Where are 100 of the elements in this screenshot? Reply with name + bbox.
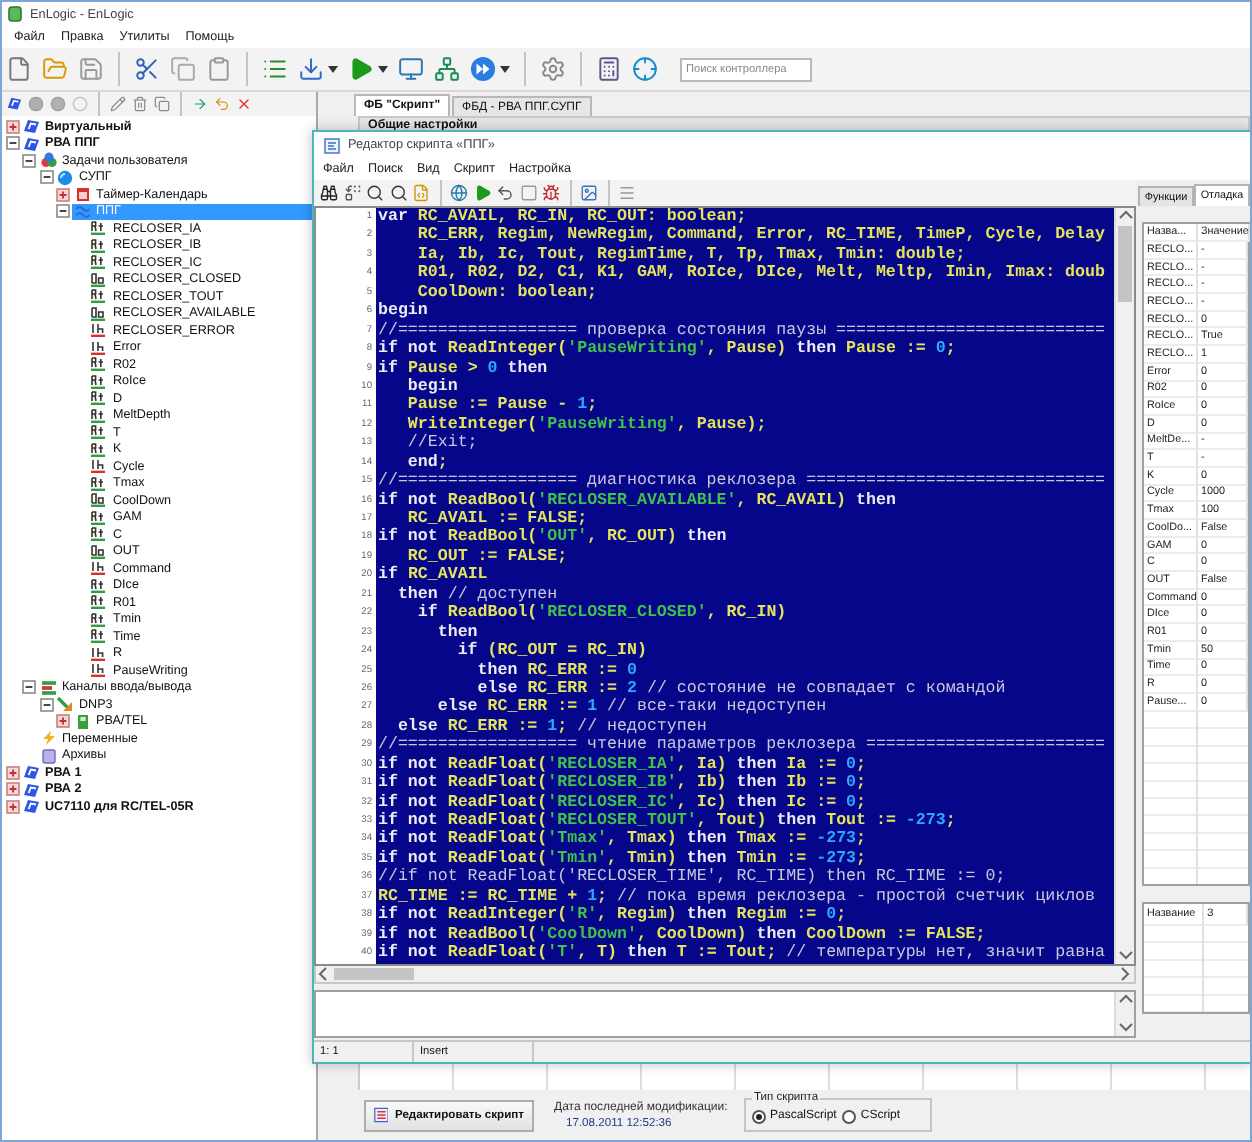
bug-icon[interactable]	[542, 184, 560, 202]
circle-icon[interactable]	[50, 96, 66, 112]
code-line: if Pause > 0 then	[378, 359, 550, 378]
device-icon[interactable]	[6, 96, 22, 112]
module-icon	[73, 713, 91, 730]
calculator-icon[interactable]	[596, 56, 622, 82]
variable-icon	[90, 288, 108, 305]
scroll-down-icon[interactable]	[1117, 948, 1133, 964]
globe-icon[interactable]	[450, 184, 468, 202]
clipboard-icon[interactable]	[206, 56, 232, 82]
scroll-down-icon[interactable]	[1117, 1020, 1133, 1036]
variable-icon	[90, 628, 108, 645]
trash-icon[interactable]	[132, 96, 148, 112]
variable-icon	[90, 390, 108, 407]
play-icon[interactable]	[473, 184, 491, 202]
radio-button[interactable]	[842, 1109, 857, 1123]
code-line: RC_TIME := RC_TIME + 1; // пока время реклозера - простой счетчик циклов	[378, 887, 1097, 906]
caret-icon[interactable]	[378, 65, 388, 73]
variable-icon	[90, 339, 108, 356]
minus-box-icon[interactable]	[39, 170, 53, 185]
variable-icon	[90, 645, 108, 662]
scroll-right-icon[interactable]	[1118, 966, 1134, 982]
scissors-icon[interactable]	[134, 56, 160, 82]
variable-icon	[90, 441, 108, 458]
plus-box-icon[interactable]	[5, 782, 19, 797]
code-line: //================== проверка состояния паузы ===========================	[378, 321, 1107, 340]
variable-icon	[90, 560, 108, 577]
caret-icon[interactable]	[328, 65, 338, 73]
plus-box-icon[interactable]	[5, 119, 19, 134]
vertical-scrollbar[interactable]	[1114, 992, 1134, 1036]
code-line: if not ReadBool('CoolDown', CoolDown) then CoolDown := FALSE;	[378, 925, 988, 944]
device-icon	[22, 781, 40, 798]
code-line: RC_AVAIL := FALSE;	[405, 510, 590, 528]
circle-icon	[56, 169, 74, 186]
code-line: WriteInteger('PauseWriting', Pause);	[405, 415, 769, 434]
variable-icon	[90, 373, 108, 390]
variable-icon	[90, 424, 108, 441]
download-icon[interactable]	[298, 56, 324, 82]
code-line: begin	[405, 377, 460, 397]
minus-box-icon[interactable]	[22, 153, 36, 168]
code-line: then	[435, 623, 480, 642]
plus-box-icon[interactable]	[56, 714, 70, 729]
search-icon[interactable]	[389, 184, 407, 202]
code-line: if RC_AVAIL	[378, 566, 490, 586]
caret-icon[interactable]	[500, 65, 510, 73]
variable-icon	[90, 475, 108, 492]
bars-icon	[39, 679, 57, 696]
arrow-icon	[56, 696, 74, 713]
minus-box-icon[interactable]	[56, 204, 70, 219]
variable-icon	[90, 407, 108, 424]
circle-icon[interactable]	[28, 96, 44, 112]
variable-icon	[90, 543, 108, 560]
code-line: Pause := Pause - 1;	[405, 396, 600, 416]
calendar-icon	[73, 186, 91, 203]
radio-button[interactable]	[752, 1109, 766, 1123]
settings-icon[interactable]	[540, 56, 566, 82]
code-editor[interactable]	[376, 208, 1114, 964]
variable-icon	[90, 611, 108, 628]
scroll-up-icon[interactable]	[1117, 208, 1133, 224]
code-line: //Exit;	[405, 434, 480, 454]
code-line: //================== диагностика реклозера ==============================	[378, 472, 1107, 491]
minus-box-icon[interactable]	[39, 697, 53, 712]
device-icon	[22, 135, 40, 152]
arrow-icon[interactable]	[192, 96, 208, 112]
code-line: if not ReadFloat('T', T) then T := Tout; // температуры нет, значит равна	[378, 944, 1108, 963]
lightning-icon	[39, 730, 57, 747]
variable-icon	[90, 305, 108, 322]
scroll-up-icon[interactable]	[1117, 992, 1133, 1008]
cross-icon[interactable]	[236, 96, 252, 112]
replace-icon[interactable]	[343, 184, 361, 202]
code-line: begin	[378, 302, 430, 322]
minus-box-icon[interactable]	[22, 680, 36, 695]
fast-forward-icon[interactable]	[470, 56, 496, 82]
step-icon[interactable]	[496, 184, 514, 202]
code-line: CoolDown: boolean;	[415, 283, 600, 302]
minus-box-icon[interactable]	[5, 136, 19, 151]
horizontal-scrollbar[interactable]	[314, 966, 1136, 984]
monitor-icon[interactable]	[398, 56, 424, 82]
scrollbar-thumb[interactable]	[1118, 226, 1132, 302]
code-line: if not ReadInteger('PauseWriting', Pause) then Pause := 0;	[378, 340, 958, 359]
plus-box-icon[interactable]	[56, 187, 70, 202]
code-line: if not ReadBool('RECLOSER_AVAILABLE', RC_AVAIL) then	[378, 491, 898, 510]
copy-icon[interactable]	[154, 96, 170, 112]
network-icon[interactable]	[434, 56, 460, 82]
code-line: then // доступен	[395, 585, 560, 604]
vertical-scrollbar[interactable]	[1114, 208, 1134, 964]
plus-box-icon[interactable]	[5, 799, 19, 814]
scroll-left-icon[interactable]	[316, 966, 332, 982]
scrollbar-thumb[interactable]	[334, 968, 414, 980]
binoculars-icon[interactable]	[320, 184, 338, 202]
search-icon[interactable]	[366, 184, 384, 202]
menu-icon[interactable]	[618, 184, 636, 202]
image-icon[interactable]	[580, 184, 598, 202]
save-icon[interactable]	[78, 56, 104, 82]
pencil-icon[interactable]	[110, 96, 126, 112]
cluster-icon	[39, 152, 57, 169]
new-file-icon[interactable]	[6, 56, 32, 82]
variable-icon	[90, 322, 108, 339]
crosshair-icon[interactable]	[632, 56, 658, 82]
plus-box-icon[interactable]	[5, 765, 19, 780]
